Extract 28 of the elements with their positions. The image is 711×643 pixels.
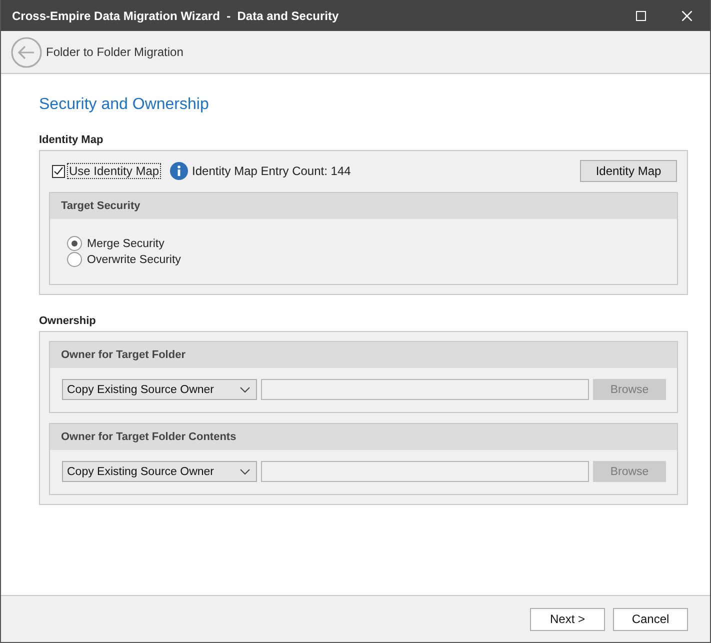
group-label: Ownership xyxy=(39,315,97,327)
footer-button[interactable]: Next > xyxy=(530,608,605,630)
owner-field[interactable] xyxy=(261,379,589,400)
info-icon xyxy=(170,162,188,180)
group-label: Identity Map xyxy=(39,134,104,146)
checkbox[interactable] xyxy=(52,164,65,178)
maximize-icon[interactable] xyxy=(636,10,646,20)
panel-header: Owner for Target Folder Contents xyxy=(50,424,677,450)
footer-button[interactable]: Cancel xyxy=(613,608,688,630)
radio-label[interactable]: Overwrite Security xyxy=(87,254,181,266)
checkbox-label[interactable]: Use Identity Map xyxy=(68,164,160,178)
chevron-down-icon xyxy=(240,386,250,392)
owner-dropdown[interactable]: Copy Existing Source Owner xyxy=(62,379,257,400)
chevron-down-icon xyxy=(240,468,250,474)
owner-dropdown[interactable]: Copy Existing Source Owner xyxy=(62,461,257,482)
entry-count-text: Identity Map Entry Count: 144 xyxy=(192,164,351,178)
breadcrumb-title: Folder to Folder Migration xyxy=(46,45,184,59)
panel-header: Target Security xyxy=(50,193,677,219)
close-icon[interactable] xyxy=(682,10,692,20)
owner-field[interactable] xyxy=(261,461,589,482)
radio-button[interactable] xyxy=(67,252,82,267)
page-heading: Security and Ownership xyxy=(39,96,209,114)
window-title: Cross-Empire Data Migration Wizard - Data and Security xyxy=(12,8,340,22)
radio-label[interactable]: Merge Security xyxy=(87,238,164,250)
identity-map-button[interactable]: Identity Map xyxy=(580,160,677,182)
radio-button[interactable] xyxy=(67,236,82,251)
panel-header: Owner for Target Folder xyxy=(50,342,677,368)
check-icon xyxy=(54,167,63,175)
